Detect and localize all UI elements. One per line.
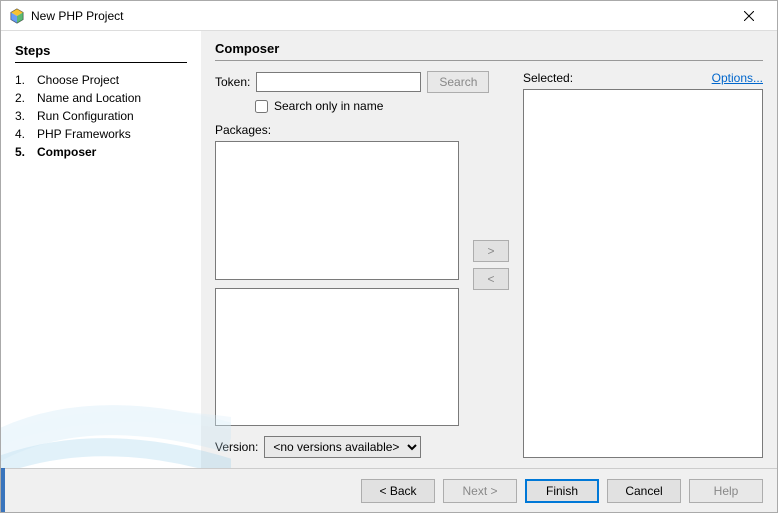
finish-button[interactable]: Finish	[525, 479, 599, 503]
add-package-button[interactable]: >	[473, 240, 509, 262]
remove-package-button[interactable]: <	[473, 268, 509, 290]
steps-sidebar: Steps 1. Choose Project 2. Name and Loca…	[1, 31, 201, 468]
close-button[interactable]	[729, 2, 769, 30]
steps-heading: Steps	[15, 43, 187, 58]
token-row: Token: Search	[215, 71, 459, 93]
search-only-label: Search only in name	[274, 99, 383, 113]
token-input[interactable]	[256, 72, 421, 92]
steps-divider	[15, 62, 187, 63]
search-only-row: Search only in name	[255, 99, 459, 113]
step-item-current: 5. Composer	[15, 143, 187, 161]
window-title: New PHP Project	[31, 9, 729, 23]
step-item: 3. Run Configuration	[15, 107, 187, 125]
options-link[interactable]: Options...	[712, 71, 763, 85]
package-description-box	[215, 288, 459, 427]
step-item: 4. PHP Frameworks	[15, 125, 187, 143]
wizard-footer: < Back Next > Finish Cancel Help	[1, 468, 777, 512]
step-number: 4.	[15, 127, 37, 141]
step-label: Choose Project	[37, 73, 119, 87]
step-label: Name and Location	[37, 91, 141, 105]
wizard-body: Steps 1. Choose Project 2. Name and Loca…	[1, 31, 777, 468]
step-number: 5.	[15, 145, 37, 159]
search-only-checkbox[interactable]	[255, 100, 268, 113]
panel-divider	[215, 60, 763, 61]
step-number: 2.	[15, 91, 37, 105]
step-item: 2. Name and Location	[15, 89, 187, 107]
next-button[interactable]: Next >	[443, 479, 517, 503]
step-number: 1.	[15, 73, 37, 87]
selected-header: Selected: Options...	[523, 71, 763, 85]
packages-column: Token: Search Search only in name Packag…	[215, 71, 459, 458]
cancel-button[interactable]: Cancel	[607, 479, 681, 503]
transfer-buttons-column: > <	[469, 71, 513, 458]
version-row: Version: <no versions available>	[215, 436, 459, 458]
step-label: Run Configuration	[37, 109, 134, 123]
main-panel: Composer Token: Search Search only in na…	[201, 31, 777, 468]
decorative-swoosh	[1, 328, 231, 468]
selected-column: Selected: Options...	[523, 71, 763, 458]
packages-label: Packages:	[215, 123, 459, 137]
packages-listbox[interactable]	[215, 141, 459, 280]
version-select[interactable]: <no versions available>	[264, 436, 421, 458]
wizard-window: New PHP Project Steps 1. Choose Project …	[0, 0, 778, 513]
step-number: 3.	[15, 109, 37, 123]
step-label: PHP Frameworks	[37, 127, 131, 141]
steps-list: 1. Choose Project 2. Name and Location 3…	[15, 71, 187, 161]
selected-label: Selected:	[523, 71, 573, 85]
step-label: Composer	[37, 145, 96, 159]
app-icon	[9, 8, 25, 24]
back-button[interactable]: < Back	[361, 479, 435, 503]
help-button[interactable]: Help	[689, 479, 763, 503]
version-label: Version:	[215, 440, 258, 454]
titlebar: New PHP Project	[1, 1, 777, 31]
selected-listbox[interactable]	[523, 89, 763, 458]
panel-heading: Composer	[215, 41, 763, 56]
step-item: 1. Choose Project	[15, 71, 187, 89]
token-label: Token:	[215, 75, 250, 89]
form-area: Token: Search Search only in name Packag…	[215, 71, 763, 458]
